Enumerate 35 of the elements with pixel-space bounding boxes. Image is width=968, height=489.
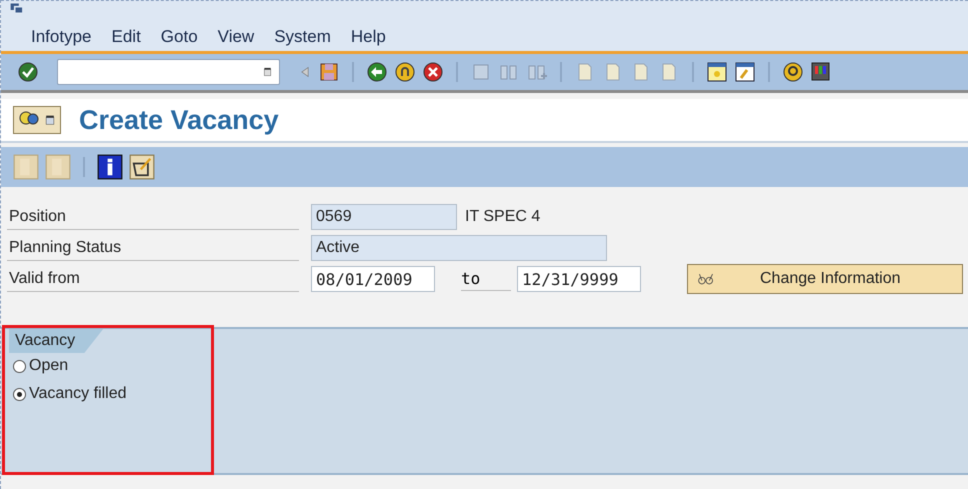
edit-icon[interactable] xyxy=(129,154,155,180)
exit-icon[interactable] xyxy=(394,61,416,83)
field-label: Planning Status xyxy=(7,236,299,260)
radio-icon[interactable] xyxy=(13,388,26,400)
radio-option[interactable]: Open xyxy=(13,357,968,375)
cancel-icon[interactable] xyxy=(422,61,444,83)
date-field[interactable]: 12/31/9999 xyxy=(517,266,641,292)
radio-option[interactable]: Vacancy filled xyxy=(13,385,968,403)
page-title: Create Vacancy xyxy=(79,104,279,136)
menu-item[interactable]: View xyxy=(218,27,254,47)
command-field[interactable] xyxy=(57,59,280,85)
date-field[interactable]: 08/01/2009 xyxy=(311,266,435,292)
check-icon[interactable] xyxy=(17,61,39,83)
menu-item[interactable]: Edit xyxy=(112,27,141,47)
back-icon[interactable] xyxy=(366,61,388,83)
change-information-button[interactable]: Change Information xyxy=(687,264,963,294)
field-label: to xyxy=(461,267,511,291)
save-icon[interactable] xyxy=(318,61,340,83)
radio-icon[interactable] xyxy=(13,360,26,372)
menu-item[interactable]: System xyxy=(274,27,331,47)
shortcut-icon[interactable] xyxy=(734,61,756,83)
new-window-icon[interactable] xyxy=(706,61,728,83)
menu-item[interactable]: Infotype xyxy=(31,27,92,47)
status-field[interactable]: Active xyxy=(311,235,607,261)
menu-item[interactable]: Goto xyxy=(160,27,198,47)
position-field[interactable]: 0569 xyxy=(311,204,457,230)
info-icon[interactable] xyxy=(97,154,123,180)
help-icon[interactable] xyxy=(782,61,804,83)
dropdown-icon[interactable] xyxy=(263,65,273,79)
menu-item[interactable]: Help xyxy=(350,27,386,47)
field-label: Position xyxy=(7,204,299,230)
field-label: Valid from xyxy=(7,266,299,292)
position-text: IT SPEC 4 xyxy=(465,208,540,226)
group-title: Vacancy xyxy=(9,329,104,353)
layout-icon[interactable] xyxy=(810,61,832,83)
